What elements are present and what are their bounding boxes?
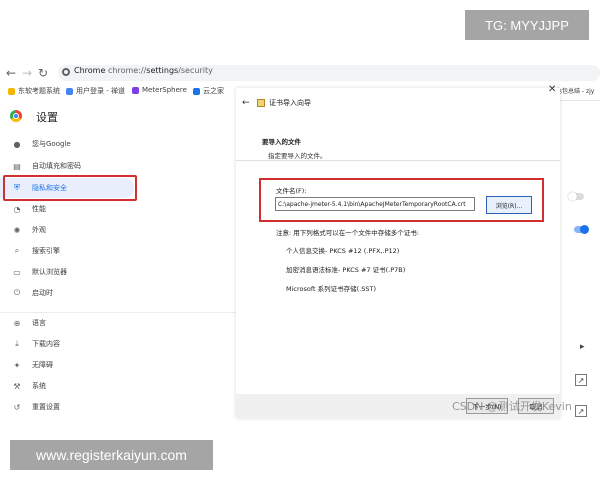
gauge-icon: ◔ [13, 204, 21, 214]
sidebar-item-performance[interactable]: ◔ 性能 [0, 199, 134, 219]
accessibility-icon: ✦ [13, 360, 21, 370]
certificate-import-dialog: ← 证书导入向导 要导入的文件 指定要导入的文件。 文件名(F): 浏览(R).… [236, 88, 560, 418]
back-arrow-icon[interactable]: ← [242, 98, 250, 108]
tg-watermark-badge: TG: MYYJJPP [465, 10, 589, 40]
globe-icon: ⊕ [13, 318, 21, 328]
chevron-right-icon[interactable]: ▸ [580, 342, 585, 352]
address-bar[interactable]: Chrome chrome://settings/security [58, 65, 600, 81]
bookmark-favicon-icon [8, 87, 15, 95]
site-label: Chrome [74, 66, 106, 75]
format-note: 注意: 用下列格式可以在一个文件中存储多个证书: [276, 229, 419, 237]
dialog-subheading: 指定要导入的文件。 [268, 152, 327, 160]
format-item: 个人信息交换- PKCS #12 (.PFX,.P12) [286, 247, 400, 255]
sidebar-item-on-startup[interactable]: ⏻ 启动时 [0, 283, 134, 303]
settings-sidebar: 设置 ● 您与Google ▤ 自动填充和密码 ⛨ 隐私和安全 ◔ 性能 ✺ 外观 ⌕ 搜索… [0, 100, 236, 430]
sidebar-item-you-and-google[interactable]: ● 您与Google [0, 134, 134, 154]
browser-toolbar: ← → ↻ Chrome chrome://settings/security [0, 62, 600, 84]
sidebar-item-languages[interactable]: ⊕ 语言 [0, 313, 134, 333]
sidebar-item-downloads[interactable]: ⤓ 下载内容 [0, 334, 134, 354]
person-icon: ● [13, 139, 21, 149]
sidebar-item-system[interactable]: ⚒ 系统 [0, 376, 134, 396]
bookmark-item[interactable]: 用户登录 - 禅道 [66, 86, 125, 96]
open-external-icon[interactable]: ↗ [575, 374, 587, 386]
certificate-icon [257, 99, 265, 107]
chrome-site-icon [62, 68, 70, 76]
highlight-box-file [259, 178, 544, 222]
sidebar-item-appearance[interactable]: ✺ 外观 [0, 220, 134, 240]
format-item: 加密消息语法标准- PKCS #7 证书(.P7B) [286, 266, 406, 274]
page-title: 设置 [36, 111, 58, 124]
close-icon[interactable]: ✕ [548, 84, 556, 95]
sidebar-item-search-engine[interactable]: ⌕ 搜索引擎 [0, 241, 134, 261]
highlight-box-privacy [3, 175, 137, 201]
download-icon: ⤓ [15, 339, 19, 348]
dialog-heading: 要导入的文件 [262, 138, 301, 146]
setting-toggle-on[interactable] [574, 225, 589, 234]
bookmark-item[interactable]: MeterSphere [132, 86, 187, 94]
format-item: Microsoft 系列证书存储(.SST) [286, 285, 377, 293]
bookmark-item[interactable]: 东软考题系统 [8, 86, 60, 96]
search-icon: ⌕ [14, 246, 20, 255]
bookmark-favicon-icon [66, 87, 73, 95]
url-watermark-badge: www.registerkaiyun.com [10, 440, 213, 470]
forward-icon[interactable]: → [22, 66, 32, 80]
setting-toggle-off[interactable] [568, 192, 584, 201]
browser-icon: ▭ [13, 267, 21, 277]
bookmark-overflow-text: 色包总结 - zjy [556, 88, 595, 95]
wrench-icon: ⚒ [13, 381, 21, 391]
sidebar-item-accessibility[interactable]: ✦ 无障碍 [0, 355, 134, 375]
csdn-watermark: CSDN @测试开发Kevin [452, 400, 572, 413]
bookmark-item[interactable]: 云之家 [193, 86, 224, 96]
dialog-title: 证书导入向导 [269, 99, 311, 107]
reload-icon[interactable]: ↻ [38, 66, 48, 80]
sidebar-item-reset[interactable]: ↺ 重置设置 [0, 397, 134, 417]
bookmark-favicon-icon [132, 86, 139, 94]
back-icon[interactable]: ← [6, 66, 16, 80]
bookmark-favicon-icon [193, 87, 200, 95]
sidebar-item-autofill[interactable]: ▤ 自动填充和密码 [0, 156, 134, 176]
power-icon: ⏻ [13, 288, 21, 297]
reset-icon: ↺ [13, 402, 21, 412]
url-text: chrome://settings/security [108, 66, 213, 75]
sidebar-item-default-browser[interactable]: ▭ 默认浏览器 [0, 262, 134, 282]
palette-icon: ✺ [13, 225, 21, 235]
clipboard-icon: ▤ [13, 161, 21, 171]
chrome-logo-icon [10, 110, 22, 122]
open-external-icon[interactable]: ↗ [575, 405, 587, 417]
